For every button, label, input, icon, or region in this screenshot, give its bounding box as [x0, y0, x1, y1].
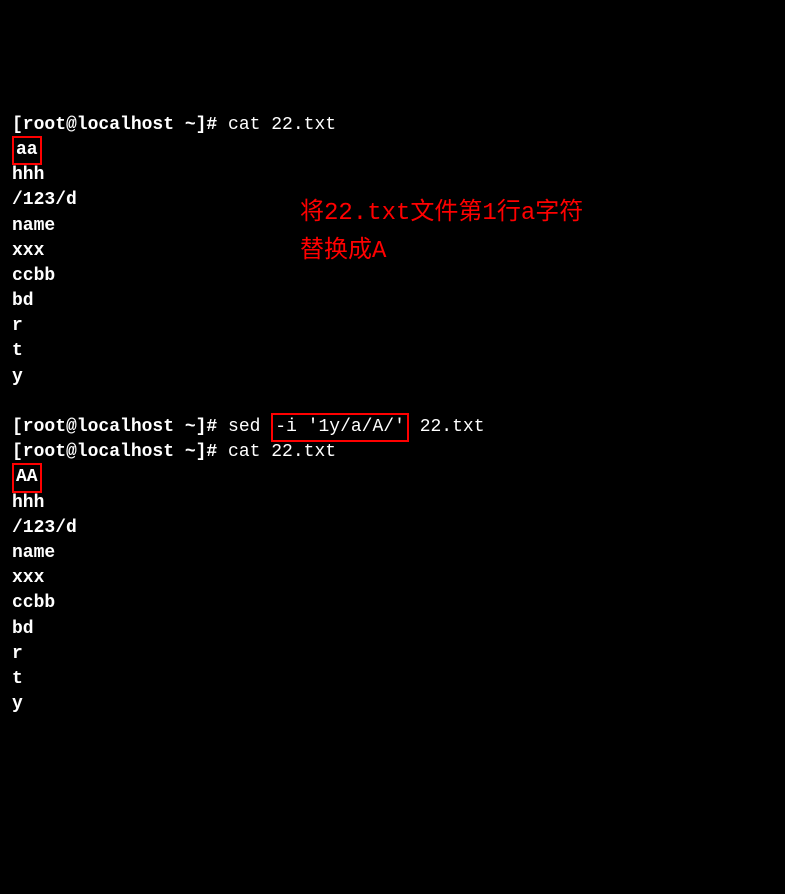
annotation-line2: 替换成A	[300, 233, 583, 271]
annotation-line1: 将22.txt文件第1行a字符	[300, 195, 583, 233]
output-line: t	[12, 667, 773, 692]
output-line: bd	[12, 617, 773, 642]
output-line: hhh	[12, 163, 773, 188]
output-line: /123/d	[12, 516, 773, 541]
output-line: y	[12, 365, 773, 390]
highlight-aa: aa	[12, 136, 42, 165]
output-line: t	[12, 339, 773, 364]
shell-prompt: [root@localhost ~]#	[12, 115, 228, 135]
output-line: y	[12, 692, 773, 717]
output-line: r	[12, 314, 773, 339]
output-line: r	[12, 642, 773, 667]
output-line: ccbb	[12, 591, 773, 616]
highlight-AA: AA	[12, 463, 42, 492]
command-sed-part2: 22.txt	[409, 417, 485, 437]
command-text: cat 22.txt	[228, 115, 336, 135]
output-line: name	[12, 541, 773, 566]
terminal-line-sed: [root@localhost ~]# sed -i '1y/a/A/' 22.…	[12, 415, 773, 440]
shell-prompt: [root@localhost ~]#	[12, 417, 228, 437]
output-line: aa	[12, 138, 773, 163]
output-line: hhh	[12, 491, 773, 516]
highlight-sed-option: -i '1y/a/A/'	[271, 413, 409, 442]
blank-line	[12, 390, 773, 415]
command-text: cat 22.txt	[228, 442, 336, 462]
command-sed-part1: sed	[228, 417, 271, 437]
output-line: xxx	[12, 566, 773, 591]
shell-prompt: [root@localhost ~]#	[12, 442, 228, 462]
terminal-line-1: [root@localhost ~]# cat 22.txt	[12, 113, 773, 138]
terminal-line-cat2: [root@localhost ~]# cat 22.txt	[12, 440, 773, 465]
output-line: AA	[12, 465, 773, 490]
output-line: bd	[12, 289, 773, 314]
annotation-text: 将22.txt文件第1行a字符 替换成A	[300, 195, 583, 272]
